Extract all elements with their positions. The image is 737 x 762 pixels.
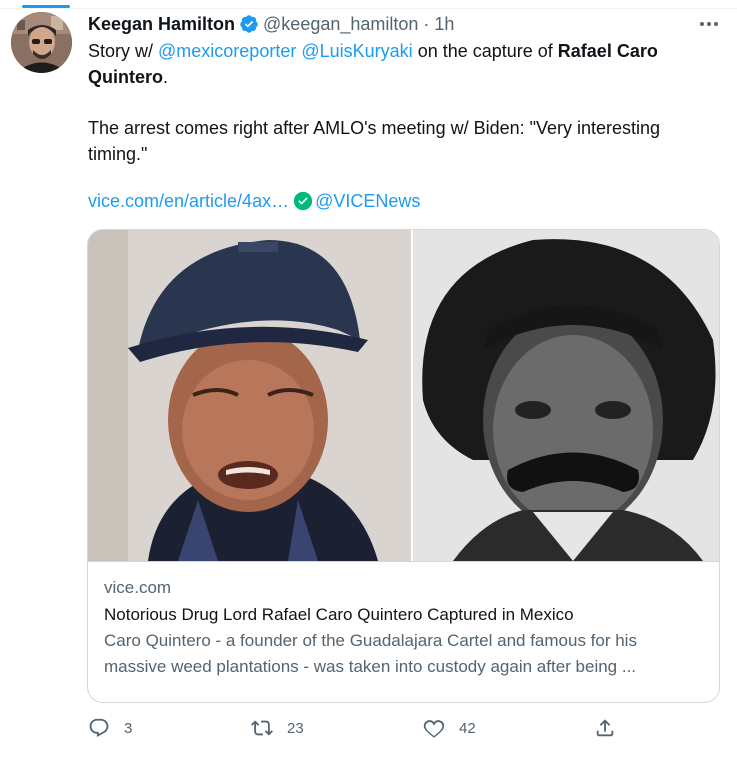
share-button[interactable] — [594, 717, 616, 739]
retweet-button[interactable]: 23 — [251, 717, 304, 739]
card-description: Caro Quintero - a founder of the Guadala… — [104, 631, 637, 676]
tweet-text-paragraph2: The arrest comes right after AMLO's meet… — [88, 118, 661, 164]
reply-count: 3 — [124, 719, 133, 737]
avatar-image — [11, 12, 72, 73]
text-mid: on the capture of — [412, 41, 558, 61]
author-avatar[interactable] — [11, 12, 72, 73]
text-end: . — [163, 67, 169, 87]
tweet-link-line: vice.com/en/article/4ax… @VICENews — [88, 188, 718, 214]
card-image-left — [88, 230, 411, 561]
more-options-button[interactable] — [696, 12, 722, 36]
text-prefix: Story w/ — [88, 41, 159, 61]
portrait-photo — [88, 230, 411, 561]
card-divider — [88, 561, 719, 562]
card-title: Notorious Drug Lord Rafael Caro Quintero… — [104, 605, 574, 624]
verified-badge-icon — [240, 15, 258, 33]
link-preview-card[interactable]: vice.com Notorious Drug Lord Rafael Caro… — [87, 229, 720, 703]
check-circle-icon — [293, 191, 313, 211]
like-count: 42 — [459, 719, 476, 737]
article-link[interactable]: vice.com/en/article/4ax… — [88, 191, 289, 211]
author-name[interactable]: Keegan Hamilton — [88, 14, 235, 35]
heart-icon — [423, 720, 445, 738]
more-dots-icon — [700, 22, 718, 26]
tab-indicator — [22, 5, 70, 8]
tweet-text-line1: Story w/ @mexicoreporter @LuisKuryaki on… — [88, 38, 718, 90]
timeline-top-divider — [0, 0, 737, 9]
mention-vicenews[interactable]: @VICENews — [315, 191, 420, 211]
mention-luiskuryaki[interactable]: @LuisKuryaki — [301, 41, 412, 61]
like-button[interactable]: 42 — [423, 717, 476, 739]
retweet-count: 23 — [287, 719, 304, 737]
author-handle[interactable]: @keegan_hamilton — [263, 14, 418, 35]
tweet-header: Keegan Hamilton @keegan_hamilton · 1h — [88, 12, 454, 36]
card-image-right — [413, 230, 719, 561]
header-separator: · — [423, 13, 430, 34]
reply-button[interactable]: 3 — [88, 717, 132, 739]
tweet-timestamp[interactable]: 1h — [434, 14, 454, 35]
mugshot-photo — [413, 230, 719, 561]
reply-icon — [89, 718, 109, 738]
tweet-action-bar: 3 23 42 — [88, 717, 628, 747]
share-icon — [596, 719, 614, 737]
card-domain: vice.com — [104, 578, 172, 597]
retweet-icon — [251, 720, 273, 736]
mention-mexicoreporter[interactable]: @mexicoreporter — [158, 41, 296, 61]
card-text: vice.com Notorious Drug Lord Rafael Caro… — [104, 576, 704, 680]
